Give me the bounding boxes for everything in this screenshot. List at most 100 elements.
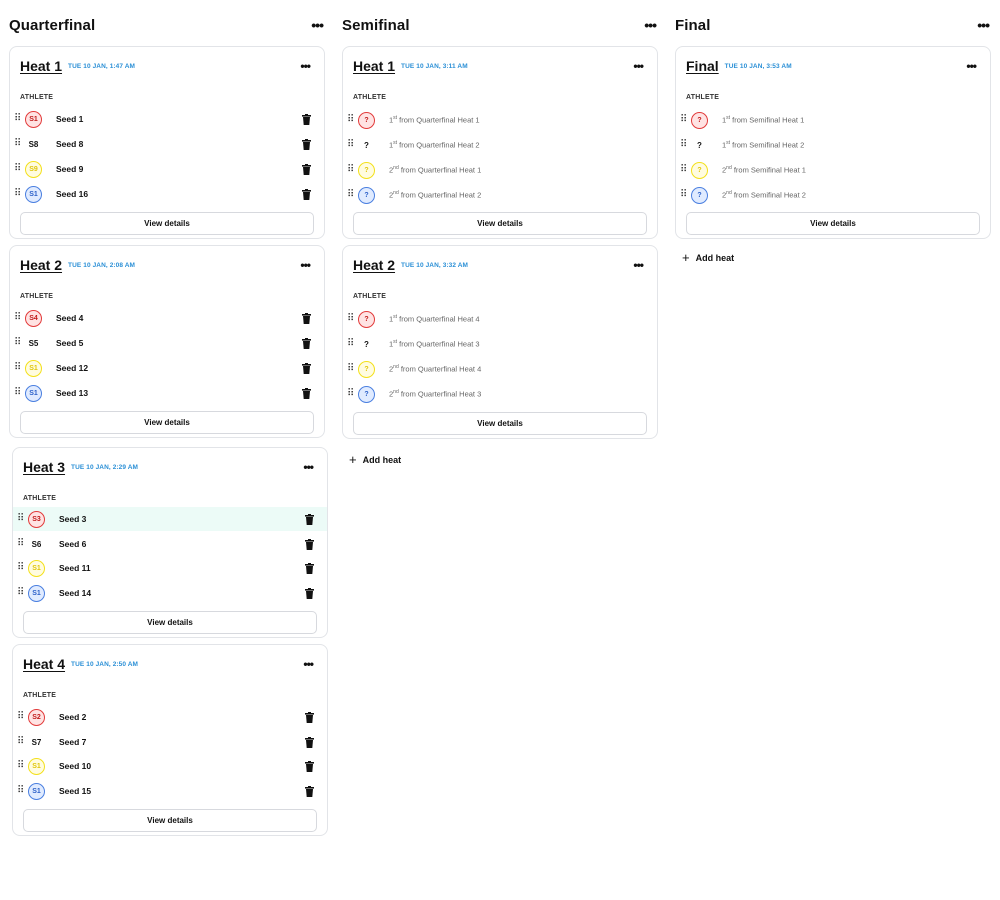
- heat-title[interactable]: Heat 3: [23, 459, 65, 475]
- athlete-row[interactable]: ⠿ ? 1st from Semifinal Heat 2: [676, 133, 990, 157]
- trash-icon[interactable]: [300, 188, 312, 200]
- athlete-row[interactable]: ⠿ ? 1st from Semifinal Heat 1: [676, 108, 990, 132]
- drag-handle-icon[interactable]: ⠿: [347, 389, 354, 399]
- athlete-row[interactable]: ⠿ ? 1st from Quarterfinal Heat 1: [343, 108, 657, 132]
- trash-icon[interactable]: [300, 312, 312, 324]
- drag-handle-icon[interactable]: ⠿: [347, 140, 354, 150]
- trash-icon[interactable]: [300, 113, 312, 125]
- more-horizontal-icon[interactable]: •••: [973, 16, 993, 34]
- trash-icon[interactable]: [300, 362, 312, 374]
- drag-handle-icon[interactable]: ⠿: [347, 339, 354, 349]
- athlete-row[interactable]: ⠿ S1 Seed 11: [13, 556, 327, 580]
- heat-title[interactable]: Heat 1: [353, 58, 395, 74]
- drag-handle-icon[interactable]: ⠿: [17, 588, 24, 598]
- add-heat-button[interactable]: + Add heat: [349, 453, 401, 466]
- drag-handle-icon[interactable]: ⠿: [17, 514, 24, 524]
- athlete-row[interactable]: ⠿ ? 2nd from Quarterfinal Heat 2: [343, 183, 657, 207]
- trash-icon[interactable]: [303, 711, 315, 723]
- heat-title[interactable]: Heat 1: [20, 58, 62, 74]
- trash-icon[interactable]: [300, 387, 312, 399]
- more-horizontal-icon[interactable]: •••: [307, 16, 327, 34]
- athlete-row[interactable]: ⠿ ? 1st from Quarterfinal Heat 3: [343, 332, 657, 356]
- trash-icon[interactable]: [303, 562, 315, 574]
- drag-handle-icon[interactable]: ⠿: [14, 363, 21, 373]
- add-heat-button[interactable]: + Add heat: [682, 251, 734, 264]
- heat-title[interactable]: Final: [686, 58, 719, 74]
- heat-title[interactable]: Heat 2: [353, 257, 395, 273]
- drag-handle-icon[interactable]: ⠿: [347, 190, 354, 200]
- drag-handle-icon[interactable]: ⠿: [17, 737, 24, 747]
- view-details-button[interactable]: View details: [686, 212, 980, 235]
- more-horizontal-icon[interactable]: •••: [296, 58, 314, 74]
- heat-header: Heat 2 TUE 10 JAN, 3:32 AM •••: [353, 254, 647, 276]
- drag-handle-icon[interactable]: ⠿: [17, 712, 24, 722]
- athlete-row[interactable]: ⠿ S1 Seed 16: [10, 182, 324, 206]
- athlete-row[interactable]: ⠿ ? 2nd from Semifinal Heat 2: [676, 183, 990, 207]
- more-horizontal-icon[interactable]: •••: [629, 257, 647, 273]
- athlete-row[interactable]: ⠿ S4 Seed 4: [10, 306, 324, 330]
- athlete-row[interactable]: ⠿ ? 2nd from Semifinal Heat 1: [676, 158, 990, 182]
- more-horizontal-icon[interactable]: •••: [296, 257, 314, 273]
- athlete-row[interactable]: ⠿ ? 2nd from Quarterfinal Heat 4: [343, 357, 657, 381]
- heat-title[interactable]: Heat 4: [23, 656, 65, 672]
- drag-handle-icon[interactable]: ⠿: [17, 761, 24, 771]
- athlete-row[interactable]: ⠿ S3 Seed 3: [13, 507, 327, 531]
- drag-handle-icon[interactable]: ⠿: [14, 313, 21, 323]
- athlete-row[interactable]: ⠿ S5 Seed 5: [10, 331, 324, 355]
- view-details-button[interactable]: View details: [353, 212, 647, 235]
- view-details-button[interactable]: View details: [20, 212, 314, 235]
- athlete-row[interactable]: ⠿ ? 1st from Quarterfinal Heat 4: [343, 307, 657, 331]
- trash-icon[interactable]: [300, 138, 312, 150]
- athlete-row[interactable]: ⠿ ? 1st from Quarterfinal Heat 2: [343, 133, 657, 157]
- athlete-row[interactable]: ⠿ S7 Seed 7: [13, 730, 327, 754]
- more-horizontal-icon[interactable]: •••: [640, 16, 660, 34]
- trash-icon[interactable]: [300, 337, 312, 349]
- trash-icon[interactable]: [303, 587, 315, 599]
- athlete-row[interactable]: ⠿ S9 Seed 9: [10, 157, 324, 181]
- drag-handle-icon[interactable]: ⠿: [347, 165, 354, 175]
- drag-handle-icon[interactable]: ⠿: [347, 364, 354, 374]
- athlete-row[interactable]: ⠿ S6 Seed 6: [13, 532, 327, 556]
- trash-icon[interactable]: [303, 785, 315, 797]
- more-horizontal-icon[interactable]: •••: [962, 58, 980, 74]
- athlete-row[interactable]: ⠿ ? 2nd from Quarterfinal Heat 3: [343, 382, 657, 406]
- heat-card: Heat 1 TUE 10 JAN, 1:47 AM ••• ATHLETE ⠿…: [9, 46, 325, 239]
- trash-icon[interactable]: [303, 538, 315, 550]
- trash-icon[interactable]: [303, 760, 315, 772]
- drag-handle-icon[interactable]: ⠿: [14, 114, 21, 124]
- view-details-button[interactable]: View details: [20, 411, 314, 434]
- drag-handle-icon[interactable]: ⠿: [347, 115, 354, 125]
- athlete-row[interactable]: ⠿ S1 Seed 12: [10, 356, 324, 380]
- athlete-row[interactable]: ⠿ ? 2nd from Quarterfinal Heat 1: [343, 158, 657, 182]
- athlete-row[interactable]: ⠿ S1 Seed 1: [10, 107, 324, 131]
- drag-handle-icon[interactable]: ⠿: [14, 338, 21, 348]
- view-details-button[interactable]: View details: [23, 611, 317, 634]
- drag-handle-icon[interactable]: ⠿: [14, 139, 21, 149]
- athlete-row[interactable]: ⠿ S2 Seed 2: [13, 705, 327, 729]
- drag-handle-icon[interactable]: ⠿: [680, 165, 687, 175]
- drag-handle-icon[interactable]: ⠿: [347, 314, 354, 324]
- drag-handle-icon[interactable]: ⠿: [17, 539, 24, 549]
- athlete-row[interactable]: ⠿ S1 Seed 13: [10, 381, 324, 405]
- athlete-row[interactable]: ⠿ S1 Seed 10: [13, 754, 327, 778]
- view-details-button[interactable]: View details: [23, 809, 317, 832]
- drag-handle-icon[interactable]: ⠿: [17, 563, 24, 573]
- trash-icon[interactable]: [303, 513, 315, 525]
- trash-icon[interactable]: [300, 163, 312, 175]
- drag-handle-icon[interactable]: ⠿: [680, 115, 687, 125]
- trash-icon[interactable]: [303, 736, 315, 748]
- more-horizontal-icon[interactable]: •••: [299, 656, 317, 672]
- drag-handle-icon[interactable]: ⠿: [14, 388, 21, 398]
- drag-handle-icon[interactable]: ⠿: [17, 786, 24, 796]
- drag-handle-icon[interactable]: ⠿: [14, 189, 21, 199]
- heat-title[interactable]: Heat 2: [20, 257, 62, 273]
- more-horizontal-icon[interactable]: •••: [299, 459, 317, 475]
- athlete-row[interactable]: ⠿ S8 Seed 8: [10, 132, 324, 156]
- more-horizontal-icon[interactable]: •••: [629, 58, 647, 74]
- drag-handle-icon[interactable]: ⠿: [680, 140, 687, 150]
- drag-handle-icon[interactable]: ⠿: [680, 190, 687, 200]
- athlete-row[interactable]: ⠿ S1 Seed 15: [13, 779, 327, 803]
- drag-handle-icon[interactable]: ⠿: [14, 164, 21, 174]
- view-details-button[interactable]: View details: [353, 412, 647, 435]
- athlete-row[interactable]: ⠿ S1 Seed 14: [13, 581, 327, 605]
